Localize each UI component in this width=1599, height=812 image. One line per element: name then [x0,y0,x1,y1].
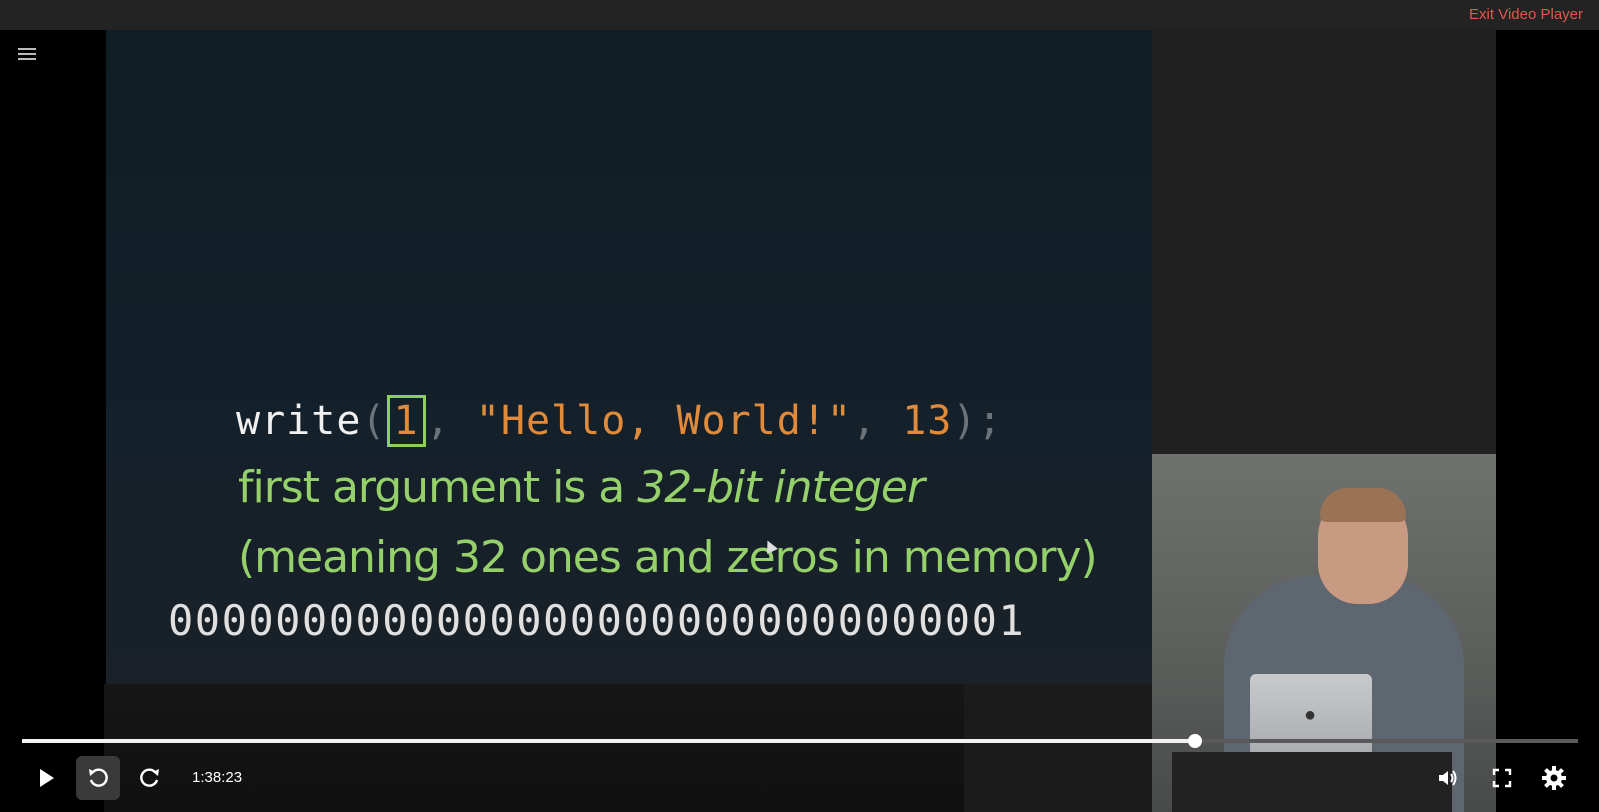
top-bar: Exit Video Player [0,0,1599,30]
code-fn: write [236,398,362,444]
fullscreen-button[interactable] [1480,756,1524,800]
play-button[interactable] [24,756,68,800]
code-number: 13 [902,398,953,444]
play-icon [40,769,54,787]
menu-icon[interactable] [18,48,36,64]
code-arg-highlight: 1 [386,395,426,447]
podium [1172,752,1452,812]
current-time: 1:38:23 [192,769,243,786]
video-frame[interactable] [106,30,1152,684]
code-comma: , [425,398,476,444]
apple-logo-icon: ● [1304,704,1317,726]
rewind-icon [89,768,108,787]
progress-fill [22,739,1196,743]
note-italic: 32-bit integer [637,462,925,513]
code-paren-close: ); [952,398,1003,444]
slide-note-line2: (meaning 32 ones and zeros in memory) [238,532,1098,583]
rewind-button[interactable] [76,756,120,800]
code-string: "Hello, World!" [475,398,853,444]
exit-video-player-link[interactable]: Exit Video Player [1469,6,1583,23]
presenter-hair [1320,488,1406,522]
volume-button[interactable] [1426,756,1470,800]
code-comma: , [852,398,903,444]
code-paren-open: ( [361,398,387,444]
progress-bar[interactable] [22,734,1578,748]
settings-icon [1542,766,1566,790]
slide-note-line1: first argument is a 32-bit integer [238,462,925,513]
settings-button[interactable] [1532,756,1576,800]
slide-bits: 00000000000000000000000000000001 [168,596,1026,645]
video-frame-bottom [104,684,964,812]
fullscreen-icon [1492,768,1512,788]
note-plain: first argument is a [238,462,638,513]
forward-icon [140,768,159,787]
volume-icon [1439,770,1457,786]
code-line: write(1, "Hello, World!", 13); [236,395,1003,447]
video-frame-side [1152,30,1496,454]
stage-floor [964,684,1152,812]
forward-button[interactable] [128,756,172,800]
